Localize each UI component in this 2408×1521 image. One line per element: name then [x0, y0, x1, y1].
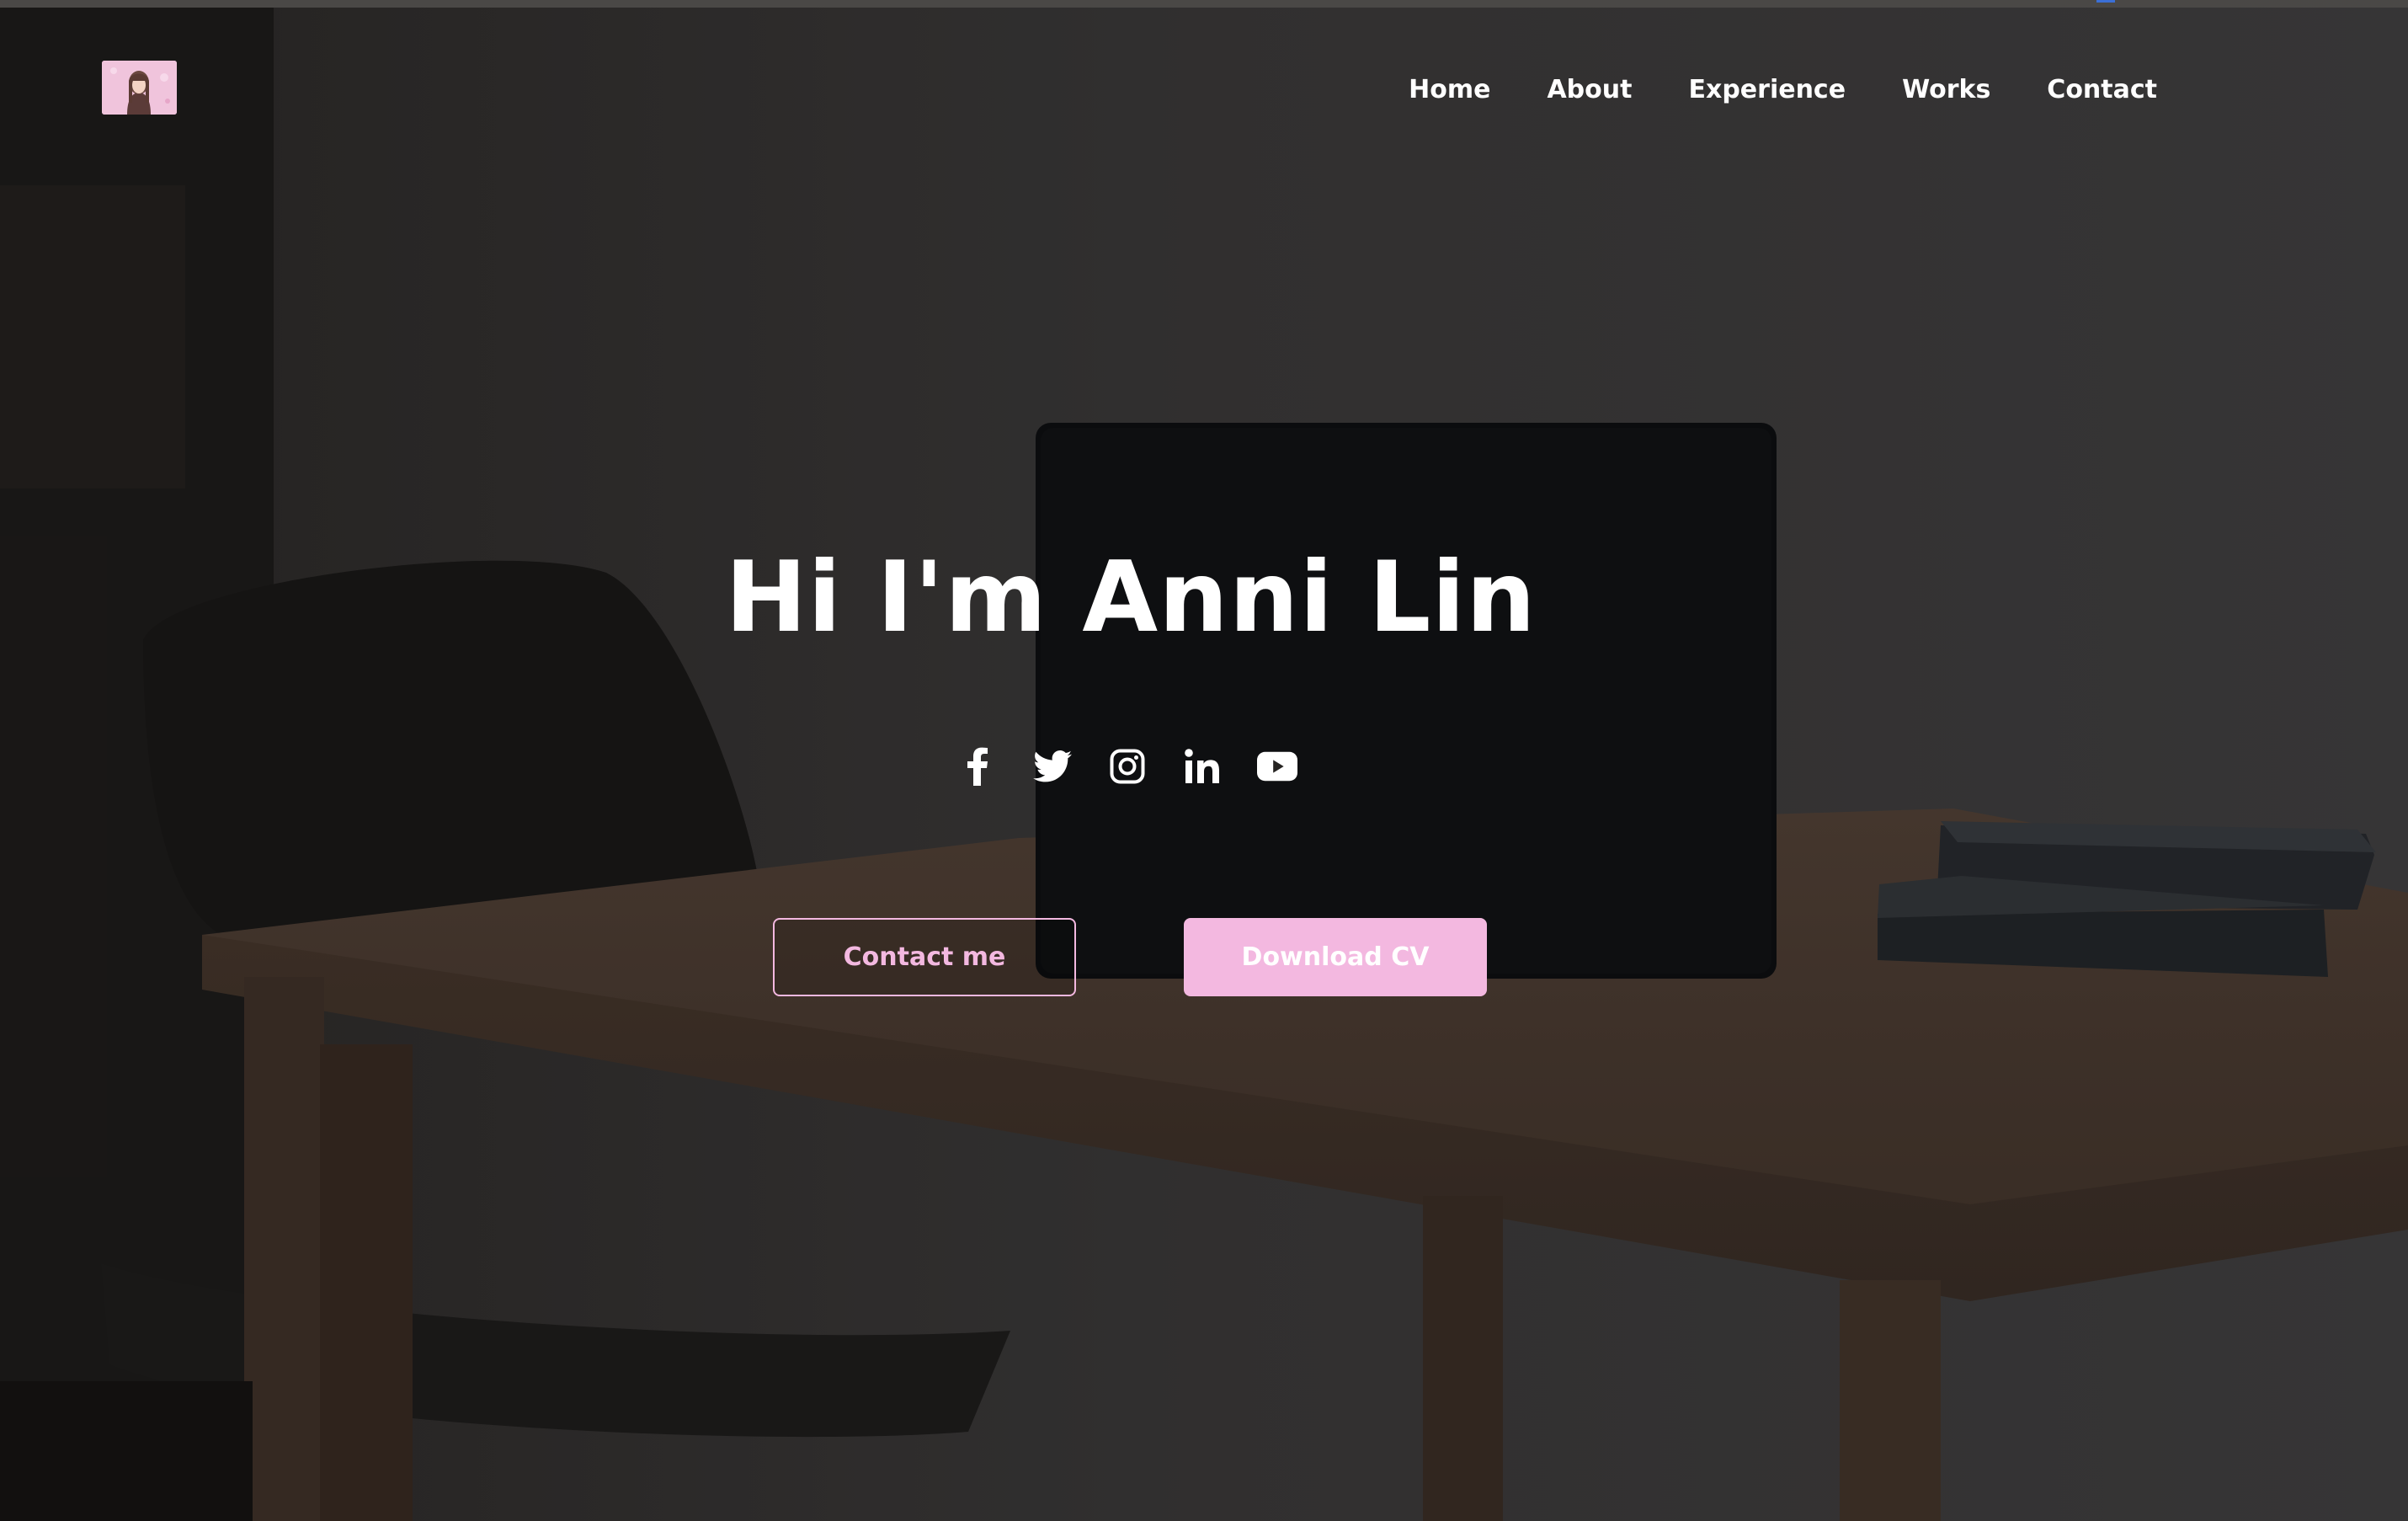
- nav-experience[interactable]: Experience: [1688, 75, 1846, 104]
- portfolio-page: Home About Experience Works Contact Hi I…: [0, 0, 2408, 1521]
- nav-works[interactable]: Works: [1902, 75, 1990, 104]
- contact-me-button[interactable]: Contact me: [773, 918, 1076, 996]
- window-top-border: [0, 0, 2408, 8]
- logo[interactable]: [102, 61, 177, 115]
- twitter-icon[interactable]: [1032, 746, 1073, 787]
- social-links: [957, 746, 1297, 787]
- linkedin-icon[interactable]: [1182, 746, 1223, 787]
- nav-home[interactable]: Home: [1409, 75, 1490, 104]
- instagram-icon[interactable]: [1107, 746, 1148, 787]
- avatar-photo-icon: [102, 61, 177, 115]
- loading-indicator: [2096, 0, 2115, 3]
- youtube-icon[interactable]: [1257, 746, 1297, 787]
- facebook-icon[interactable]: [957, 746, 998, 787]
- nav-contact[interactable]: Contact: [2047, 75, 2157, 104]
- nav-about[interactable]: About: [1547, 75, 1632, 104]
- main-nav: Home About Experience Works Contact: [1409, 67, 2157, 111]
- download-cv-button[interactable]: Download CV: [1184, 918, 1487, 996]
- hero-title: Hi I'm Anni Lin: [725, 541, 1537, 654]
